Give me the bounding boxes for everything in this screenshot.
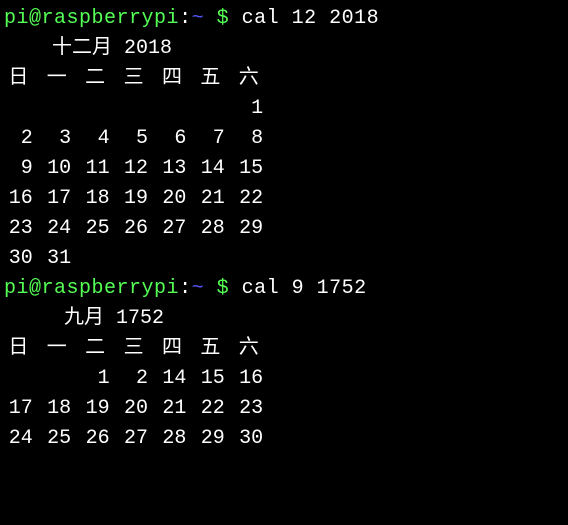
command-text: cal 12 2018 <box>242 7 380 30</box>
colon: : <box>179 7 192 30</box>
dollar-sign: $ <box>204 277 242 300</box>
colon: : <box>179 277 192 300</box>
command-text: cal 9 1752 <box>242 277 367 300</box>
dollar-sign: $ <box>204 7 242 30</box>
calendar-title-2: 九月 1752 <box>4 304 564 334</box>
calendar-row: 9101112131415 <box>4 154 564 184</box>
calendar-row: 16171819202122 <box>4 184 564 214</box>
calendar-row: 17181920212223 <box>4 394 564 424</box>
calendar-row: 1 <box>4 94 564 124</box>
at-sign: @ <box>29 277 42 300</box>
user: pi <box>4 7 29 30</box>
calendar-header-2: 日一二三四五六 <box>4 334 564 364</box>
prompt-line-2[interactable]: pi@raspberrypi:~ $ cal 9 1752 <box>4 274 564 304</box>
calendar-title-1: 十二月 2018 <box>4 34 564 64</box>
calendar-row: 23242526272829 <box>4 214 564 244</box>
path: ~ <box>192 277 205 300</box>
calendar-row: 2345678 <box>4 124 564 154</box>
at-sign: @ <box>29 7 42 30</box>
calendar-row: 12141516 <box>4 364 564 394</box>
calendar-row: 24252627282930 <box>4 424 564 454</box>
user: pi <box>4 277 29 300</box>
host: raspberrypi <box>42 7 180 30</box>
terminal-output: pi@raspberrypi:~ $ cal 12 2018 十二月 2018 … <box>4 4 564 454</box>
calendar-row: 3031 <box>4 244 564 274</box>
prompt-line-1[interactable]: pi@raspberrypi:~ $ cal 12 2018 <box>4 4 564 34</box>
host: raspberrypi <box>42 277 180 300</box>
calendar-header-1: 日一二三四五六 <box>4 64 564 94</box>
path: ~ <box>192 7 205 30</box>
